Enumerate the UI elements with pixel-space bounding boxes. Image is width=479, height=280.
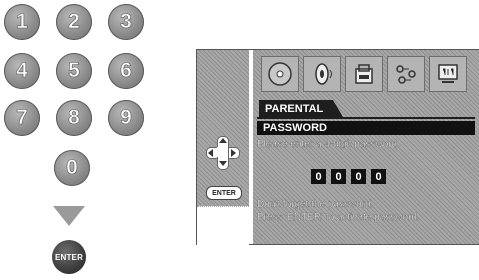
key-label: 0 [66,156,78,180]
key-label: 8 [68,106,80,130]
password-digit: 0 [331,169,346,184]
remote-panel: ENTER [197,50,249,245]
key-7[interactable]: 7 [4,100,40,136]
key-label: 4 [16,59,28,83]
key-8[interactable]: 8 [56,100,92,136]
key-0[interactable]: 0 [54,150,90,186]
key-label: 9 [120,106,132,130]
key-4[interactable]: 4 [4,53,40,89]
enter-button-icon: ENTER [206,186,242,200]
key-6[interactable]: 6 [108,53,144,89]
password-digit: 0 [351,169,366,184]
password-panel: PASSWORD Please enter a 4-digit password… [257,117,475,239]
setup-menu: PARENTAL PASSWORD Please enter a 4-digit… [253,50,479,244]
key-9[interactable]: 9 [108,100,144,136]
key-label: 5 [68,59,80,83]
disc-icon[interactable] [261,56,299,92]
key-label: 6 [120,59,132,83]
key-label: 3 [120,10,132,34]
down-arrow-icon [53,206,85,226]
audio-icon[interactable] [303,56,341,92]
tab-parental[interactable]: PARENTAL [259,100,343,117]
settings-icon[interactable] [387,56,425,92]
panel-title: PASSWORD [257,121,475,135]
display-icon[interactable] [429,56,467,92]
password-digit: 0 [371,169,386,184]
dpad-icon [206,136,240,170]
enter-key[interactable]: ENTER [52,240,86,274]
menu-icon-row [261,56,471,92]
password-digit: 0 [311,169,326,184]
key-label: 1 [16,10,28,34]
key-2[interactable]: 2 [56,4,92,40]
note-line-2: Press 'ENTER' to activate password. [257,212,420,223]
key-3[interactable]: 3 [108,4,144,40]
password-prompt: Please enter a 4-digit password. [257,139,400,150]
key-5[interactable]: 5 [56,53,92,89]
key-label: 2 [68,10,80,34]
lock-icon[interactable] [345,56,383,92]
osd-screen: ENTER PARENTAL PASSWORD Please enter a 4 [196,49,479,245]
panel-footer [197,206,249,245]
key-1[interactable]: 1 [4,4,40,40]
note-line-1: Don't forget the password. [257,199,374,210]
key-label: 7 [16,106,28,130]
